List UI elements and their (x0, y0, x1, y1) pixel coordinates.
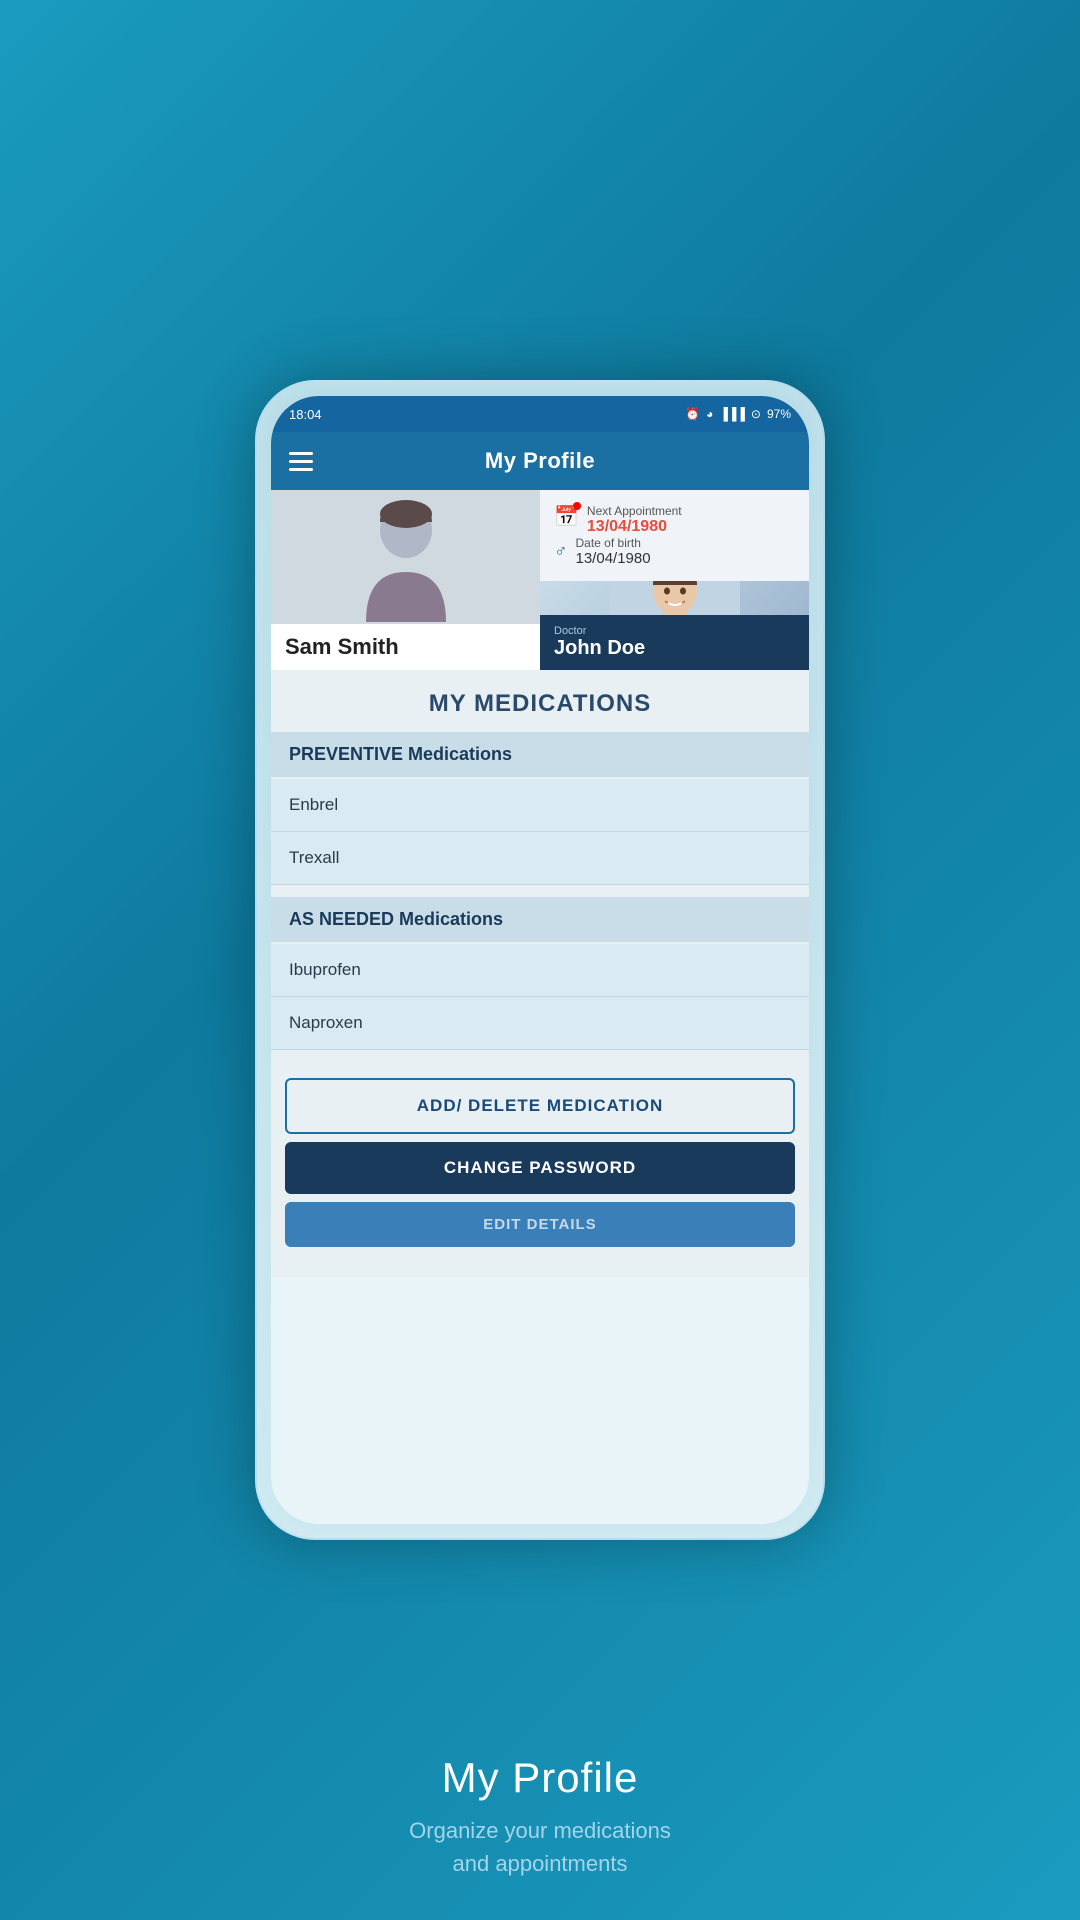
change-password-button[interactable]: CHANGE PASSWORD (285, 1142, 795, 1194)
next-appointment: 📅 Next Appointment 13/04/1980 (554, 504, 795, 536)
battery-icon: ⊙ (751, 407, 761, 421)
status-icons: ⏰ ◕ ▐▐▐ ⊙ 97% (685, 407, 791, 421)
promo-subtitle: Organize your medicationsand appointment… (409, 1814, 671, 1880)
patient-name: Sam Smith (271, 624, 540, 670)
phone-screen: 18:04 ⏰ ◕ ▐▐▐ ⊙ 97% My Profile (271, 396, 809, 1524)
promo-section: My Profile Organize your medicationsand … (0, 1700, 1080, 1920)
doctor-name: John Doe (554, 637, 795, 660)
alarm-icon: ⏰ (685, 407, 700, 421)
scroll-area[interactable]: Sam Smith 📅 Next Appointment 13/04/1980 (271, 490, 809, 1524)
medications-section: MY MEDICATIONS PREVENTIVE Medications En… (271, 670, 809, 1277)
med-item-naproxen[interactable]: Naproxen (271, 997, 809, 1050)
promo-title: My Profile (442, 1754, 639, 1802)
med-item-ibuprofen[interactable]: Ibuprofen (271, 944, 809, 997)
patient-photo (271, 490, 540, 624)
doctor-name-bar: Doctor John Doe (540, 615, 809, 670)
medications-title: MY MEDICATIONS (271, 670, 809, 732)
profile-card: Sam Smith 📅 Next Appointment 13/04/1980 (271, 490, 809, 670)
patient-avatar (356, 492, 456, 622)
dob-text: Date of birth 13/04/1980 (576, 536, 651, 567)
med-item-enbrel[interactable]: Enbrel (271, 779, 809, 832)
red-dot (573, 502, 581, 510)
doctor-info-panel: 📅 Next Appointment 13/04/1980 ♂ Date of … (540, 490, 809, 581)
appointment-label: Next Appointment (587, 504, 682, 518)
signal-icon: ▐▐▐ (719, 407, 745, 421)
status-time: 18:04 (289, 407, 322, 422)
dob-value: 13/04/1980 (576, 550, 651, 567)
doctor-section: 📅 Next Appointment 13/04/1980 ♂ Date of … (540, 490, 809, 670)
wifi-icon: ◕ (706, 407, 713, 421)
calendar-icon: 📅 (554, 504, 579, 529)
phone-frame: 18:04 ⏰ ◕ ▐▐▐ ⊙ 97% My Profile (255, 380, 825, 1540)
med-item-trexall[interactable]: Trexall (271, 832, 809, 885)
hamburger-menu[interactable] (289, 452, 313, 471)
add-delete-medication-button[interactable]: ADD/ DELETE MEDICATION (285, 1078, 795, 1134)
battery-percent: 97% (767, 407, 791, 421)
doctor-label: Doctor (554, 625, 795, 637)
preventive-category: PREVENTIVE Medications (271, 732, 809, 777)
edit-details-button[interactable]: EDIT DETAILS (285, 1202, 795, 1247)
patient-section: Sam Smith (271, 490, 540, 670)
as-needed-category: AS NEEDED Medications (271, 897, 809, 942)
gender-icon: ♂ (554, 541, 568, 562)
appointment-date: 13/04/1980 (587, 518, 682, 536)
appointment-text: Next Appointment 13/04/1980 (587, 504, 682, 536)
doctor-avatar (610, 581, 740, 615)
dob-row: ♂ Date of birth 13/04/1980 (554, 536, 795, 567)
nav-bar: My Profile (271, 432, 809, 490)
promo-subtitle-text: Organize your medicationsand appointment… (409, 1818, 671, 1876)
dob-label: Date of birth (576, 536, 651, 550)
page-title: My Profile (485, 448, 595, 474)
doctor-photo (540, 581, 809, 615)
status-bar: 18:04 ⏰ ◕ ▐▐▐ ⊙ 97% (271, 396, 809, 432)
